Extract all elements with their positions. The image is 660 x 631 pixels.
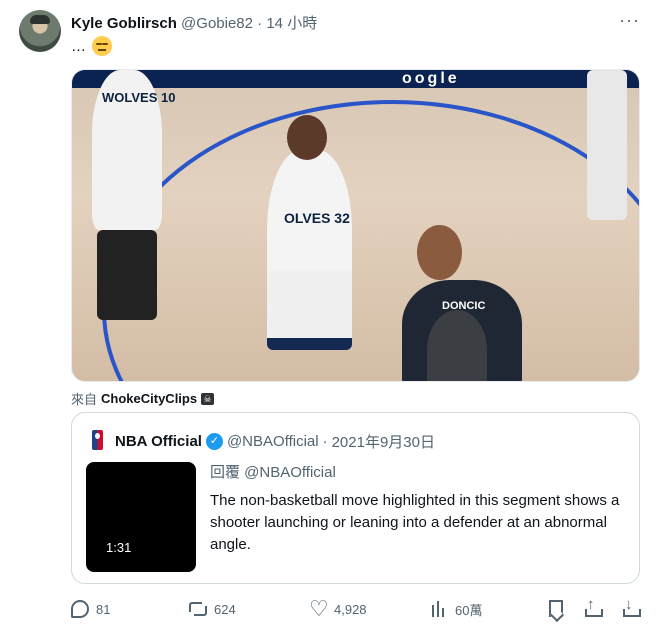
download-button[interactable]	[621, 596, 641, 618]
author-handle[interactable]: @Gobie82	[181, 15, 253, 32]
like-button[interactable]: 4,928	[309, 596, 367, 622]
heart-icon	[309, 596, 329, 622]
quoted-reply-context: 回覆 @NBAOfficial	[210, 464, 336, 481]
share-button[interactable]	[583, 596, 603, 618]
expressionless-face-emoji-icon	[92, 36, 112, 56]
download-icon	[621, 596, 641, 618]
share-icon	[583, 596, 603, 618]
court-arc	[102, 100, 639, 381]
referee	[427, 310, 487, 381]
jersey-left-text: WOLVES 10	[102, 90, 176, 105]
verified-badge-icon: ✓	[205, 433, 223, 450]
reply-icon	[71, 600, 89, 618]
reply-count: 81	[96, 601, 111, 617]
more-options-icon[interactable]: ···	[619, 10, 640, 31]
tweet-header: Kyle Goblirsch @Gobie82 · 14 小時 ···	[71, 10, 640, 32]
quoted-author-handle[interactable]: @NBAOfficial	[227, 433, 319, 450]
tweet-text: …	[71, 36, 112, 56]
jersey-right-text: DONCIC	[442, 300, 486, 312]
author-avatar[interactable]	[19, 10, 61, 52]
tweet-media-image[interactable]: oogle WOLVES 10 OLVES 32 DONCIC	[71, 69, 640, 382]
quoted-tweet-header: NBA Official ✓ @NBAOfficial · 2021年9月30日	[115, 431, 435, 452]
skull-crossbones-icon: ☠	[201, 392, 215, 405]
bar-chart-icon	[430, 600, 448, 619]
banner-text: oogle	[402, 70, 460, 87]
header-separator: ·	[257, 15, 263, 32]
arena-banner: oogle	[72, 70, 639, 88]
quoted-tweet[interactable]: NBA Official ✓ @NBAOfficial · 2021年9月30日…	[71, 412, 640, 584]
player-center-head	[287, 115, 327, 160]
retweet-icon	[189, 600, 207, 618]
player-left-legs	[97, 230, 157, 320]
author-name[interactable]: Kyle Goblirsch	[71, 15, 177, 32]
bookmark-button[interactable]	[549, 600, 563, 617]
via-attribution: 來自 ChokeCityClips ☠	[71, 389, 215, 408]
tweet-time[interactable]: 14 小時	[266, 15, 317, 32]
quoted-author-name[interactable]: NBA Official	[115, 433, 202, 450]
tweet-actions: 81 624 4,928 60萬	[71, 596, 641, 622]
nba-logo-icon	[92, 430, 103, 450]
jersey-center-text: OLVES 32	[284, 210, 350, 226]
like-count: 4,928	[334, 601, 367, 617]
player-right-edge	[587, 70, 627, 220]
bookmark-icon	[549, 600, 563, 617]
views-count: 60萬	[455, 603, 483, 618]
via-source[interactable]: ChokeCityClips	[101, 391, 197, 406]
quoted-video-thumbnail[interactable]: 1:31	[86, 462, 196, 572]
tweet-text-content: …	[71, 37, 86, 55]
views-button[interactable]: 60萬	[430, 600, 482, 619]
reply-button[interactable]: 81	[71, 600, 110, 618]
retweet-count: 624	[214, 601, 236, 617]
quoted-date[interactable]: 2021年9月30日	[332, 431, 435, 452]
quoted-separator: ·	[322, 433, 328, 450]
quoted-tweet-body: The non-basketball move highlighted in t…	[210, 492, 620, 553]
video-duration: 1:31	[106, 540, 132, 555]
player-center-shorts	[267, 270, 352, 350]
player-opponent-head	[417, 225, 462, 280]
retweet-button[interactable]: 624	[189, 600, 236, 618]
via-label: 來自	[71, 392, 98, 407]
